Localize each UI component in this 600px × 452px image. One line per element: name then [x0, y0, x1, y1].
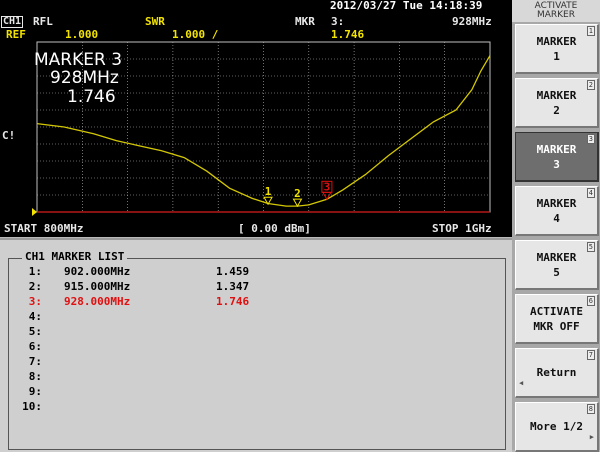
softkey-5[interactable]: 5 MARKER 5: [515, 240, 599, 290]
softkey-number: 4: [586, 188, 595, 198]
marker-2-tag: 2: [294, 187, 301, 200]
softkey-number: 7: [586, 350, 595, 360]
marker-list-row[interactable]: 4:: [20, 309, 42, 324]
active-marker-frequency: 928MHz: [50, 68, 119, 88]
marker-row-value: 1.746: [216, 295, 250, 308]
softkey-number: 8: [586, 404, 595, 414]
softkey-label-line2: 1: [553, 49, 560, 63]
active-marker-title: MARKER 3: [34, 50, 123, 70]
softkey-6[interactable]: 6 ACTIVATE MKR OFF: [515, 294, 599, 344]
softkey-label-line2: 3: [553, 157, 560, 171]
marker-2-icon: [292, 198, 303, 208]
active-marker-value: 1.746: [67, 87, 116, 107]
marker-label: MKR: [295, 15, 315, 28]
marker-list-row[interactable]: 9:: [20, 384, 42, 399]
reference-marker-icon: [32, 208, 37, 216]
left-arrow-icon: ◀: [519, 379, 524, 387]
softkey-label-line1: MARKER: [536, 88, 577, 102]
reference-label: REF: [6, 28, 26, 41]
channel-indicator[interactable]: CH1: [1, 16, 24, 28]
softkey-label-line2: 4: [553, 211, 560, 225]
softkey-number: 6: [586, 296, 595, 306]
trace-plot: 1 2 3: [32, 41, 491, 216]
right-arrow-icon: ▶: [589, 433, 594, 441]
marker-row-number: 1:: [28, 265, 42, 278]
format-label: SWR: [145, 15, 165, 28]
softkey-label-line1: MARKER: [536, 34, 577, 48]
marker-list-panel: CH1 MARKER LIST 1: 902.000MHz 1.459 2: 915.0…: [0, 238, 512, 452]
softkey-4[interactable]: 4 MARKER 4: [515, 186, 599, 236]
marker-row-value: 1.347: [216, 280, 250, 293]
marker-readout: 1.746: [331, 28, 365, 41]
marker-row-number: 9:: [28, 385, 42, 398]
softkey-3[interactable]: 3 MARKER 3: [515, 132, 599, 182]
softkey-7[interactable]: 7 Return ◀: [515, 348, 599, 398]
softkey-label-line2: MKR OFF: [533, 319, 580, 333]
softkey-label-line1: ACTIVATE: [530, 304, 583, 318]
softkey-number: 1: [586, 26, 595, 36]
softkey-1[interactable]: 1 MARKER 1: [515, 24, 599, 74]
softkey-label-line1: MARKER: [536, 250, 577, 264]
scale-value: 1.000 /: [172, 28, 219, 41]
marker-row-frequency: 902.000MHz: [64, 265, 131, 278]
softkey-label-line2: 2: [553, 103, 560, 117]
stop-frequency[interactable]: STOP 1GHz: [432, 223, 492, 235]
measurement-label: RFL: [33, 15, 53, 28]
marker-row-number: 2:: [28, 280, 42, 293]
side-indicator: C!: [2, 129, 16, 142]
marker-list-row[interactable]: 6:: [20, 339, 42, 354]
softkey-number: 2: [586, 80, 595, 90]
marker-row-number: 4:: [28, 310, 42, 323]
softkey-menu-title: ACTIVATE MARKER: [512, 0, 600, 22]
marker-row-number: 10:: [22, 400, 42, 413]
source-power[interactable]: [ 0.00 dBm]: [238, 223, 311, 235]
marker-row-frequency: 915.000MHz: [64, 280, 131, 293]
marker-row-number: 3:: [28, 295, 42, 308]
marker-row-value: 1.459: [216, 265, 250, 278]
measurement-screen: 1 2 3 CH1 RFL SWR MKR 3: 928MHz REF 1.000 …: [0, 12, 512, 237]
marker-row-number: 6:: [28, 340, 42, 353]
marker-row-number: 7:: [28, 355, 42, 368]
softkey-number: 5: [586, 242, 595, 252]
marker-row-number: 8:: [28, 370, 42, 383]
softkey-label-line1: Return: [536, 366, 577, 379]
softkey-8[interactable]: 8 More 1/2 ▶: [515, 402, 599, 452]
marker-1-tag: 1: [265, 185, 272, 198]
status-bar: 2012/03/27 Tue 14:18:39: [0, 0, 512, 12]
marker-list-row[interactable]: 8:: [20, 369, 42, 384]
marker-frequency: 928MHz: [452, 15, 492, 28]
datetime: 2012/03/27 Tue 14:18:39: [330, 0, 483, 12]
marker-list-row[interactable]: 3: 928.000MHz 1.746: [20, 294, 249, 309]
marker-list-row[interactable]: 10:: [20, 399, 42, 414]
marker-number: 3:: [331, 15, 345, 28]
softkey-label-line1: MARKER: [536, 142, 577, 156]
marker-list-row[interactable]: 1: 902.000MHz 1.459: [20, 264, 249, 279]
softkey-label-line2: 5: [553, 265, 560, 279]
softkey-label-line1: More 1/2: [530, 420, 583, 433]
start-frequency[interactable]: START 800MHz: [4, 223, 83, 235]
marker-row-number: 5:: [28, 325, 42, 338]
softkey-panel: ACTIVATE MARKER 1 MARKER 1 2 MARKER 2 3 MARKER 3…: [512, 0, 600, 452]
softkey-number: 3: [586, 134, 595, 144]
marker-row-frequency: 928.000MHz: [64, 295, 131, 308]
marker-list-row[interactable]: 5:: [20, 324, 42, 339]
reference-value: 1.000: [65, 28, 99, 41]
marker-3-tag: 3: [324, 180, 331, 193]
softkey-menu-title-line2: MARKER: [536, 10, 576, 20]
marker-list-title: CH1 MARKER LIST: [22, 250, 128, 263]
softkey-2[interactable]: 2 MARKER 2: [515, 78, 599, 128]
softkey-label-line1: MARKER: [536, 196, 577, 210]
marker-list-row[interactable]: 2: 915.000MHz 1.347: [20, 279, 249, 294]
marker-list-row[interactable]: 7:: [20, 354, 42, 369]
